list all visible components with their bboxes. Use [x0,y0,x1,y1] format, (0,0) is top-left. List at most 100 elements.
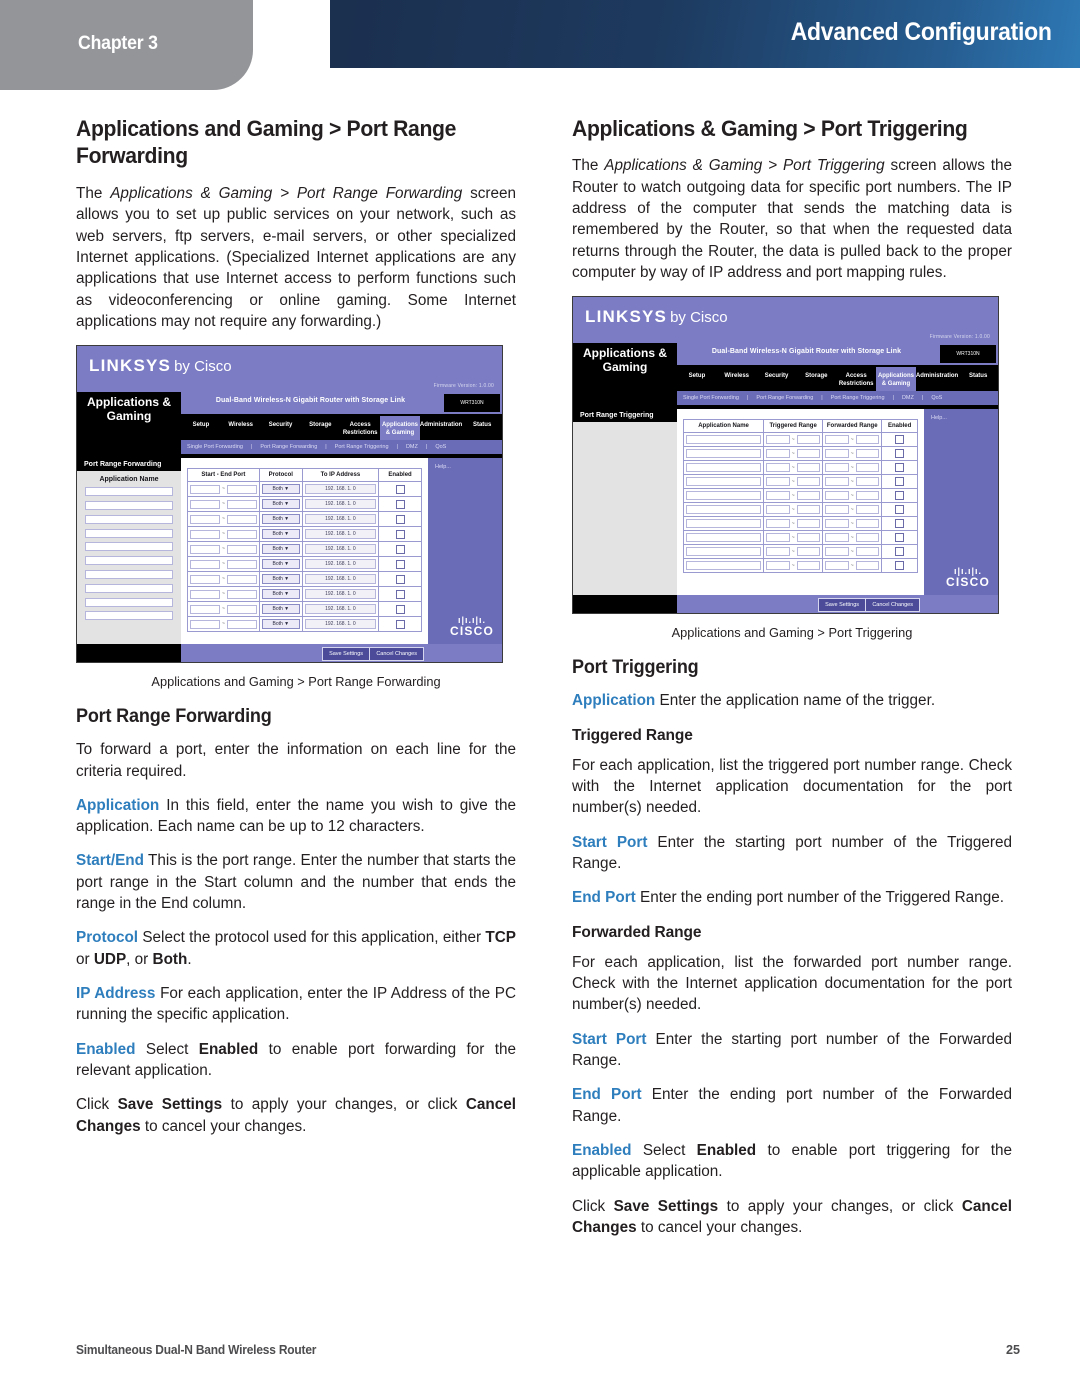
router-tab-status[interactable]: Status [958,367,998,391]
enabled-checkbox[interactable] [895,505,905,515]
end-port-input[interactable] [226,574,257,584]
cell-application-name[interactable] [682,558,765,574]
cell-enabled[interactable] [378,556,422,573]
router-subtab-dmz[interactable]: DMZ [406,444,418,450]
triggered-end-port-input[interactable] [796,547,821,557]
enabled-checkbox[interactable] [395,574,405,584]
to-ip-address-input[interactable]: 192. 168. 1. 0 [304,499,377,510]
enabled-checkbox[interactable] [395,589,405,599]
triggered-end-port-input[interactable] [796,533,821,543]
application-name-input[interactable] [85,583,173,593]
application-name-input[interactable] [85,569,173,579]
triggered-end-port-input[interactable] [796,435,821,445]
cell-enabled[interactable] [881,432,918,448]
router-tab-security[interactable]: Security [261,416,301,440]
router-subtab-bar[interactable]: Single Port Forwarding | Port Range Forw… [677,391,998,406]
end-port-input[interactable] [226,499,257,509]
cell-start-end-port[interactable]: ~ [187,496,260,513]
forwarded-start-port-input[interactable] [825,561,849,571]
cell-forwarded-range[interactable]: ~ [822,502,883,518]
end-port-input[interactable] [226,604,257,614]
to-ip-address-input[interactable]: 192. 168. 1. 0 [304,484,377,495]
cell-to-ip-address[interactable]: 192. 168. 1. 0 [301,526,380,543]
application-name-input[interactable] [686,491,762,501]
cell-start-end-port[interactable]: ~ [187,481,260,498]
protocol-select[interactable]: Both ▼ [261,484,300,495]
start-port-input[interactable] [190,499,220,509]
router-save-settings-button[interactable]: Save Settings [322,647,370,662]
cell-enabled[interactable] [881,488,918,504]
triggered-start-port-input[interactable] [766,491,790,501]
cell-application-name[interactable] [682,446,765,462]
application-name-input[interactable] [686,547,762,557]
triggered-end-port-input[interactable] [796,519,821,529]
cell-to-ip-address[interactable]: 192. 168. 1. 0 [301,496,380,513]
cell-triggered-range[interactable]: ~ [763,446,824,462]
router-subtab-port-range-triggering[interactable]: Port Range Triggering [335,444,389,450]
router-tab-wireless[interactable]: Wireless [717,367,757,391]
to-ip-address-input[interactable]: 192. 168. 1. 0 [304,514,377,525]
cell-protocol[interactable]: Both ▼ [258,526,303,543]
router-tab-applications-gaming[interactable]: Applications & Gaming [380,416,420,441]
cell-forwarded-range[interactable]: ~ [822,558,883,574]
cell-triggered-range[interactable]: ~ [763,474,824,490]
enabled-checkbox[interactable] [895,463,905,473]
enabled-checkbox[interactable] [395,619,405,629]
cell-protocol[interactable]: Both ▼ [258,541,303,558]
enabled-checkbox[interactable] [395,559,405,569]
enabled-checkbox[interactable] [395,514,405,524]
application-name-input[interactable] [85,597,173,607]
to-ip-address-input[interactable]: 192. 168. 1. 0 [304,574,377,585]
cell-protocol[interactable]: Both ▼ [258,601,303,618]
router-tab-setup[interactable]: Setup [181,416,221,440]
cell-forwarded-range[interactable]: ~ [822,516,883,532]
router-subtab-port-range-forwarding[interactable]: Port Range Forwarding [260,444,317,450]
to-ip-address-input[interactable]: 192. 168. 1. 0 [304,619,377,630]
triggered-start-port-input[interactable] [766,463,790,473]
end-port-input[interactable] [226,559,257,569]
enabled-checkbox[interactable] [895,519,905,529]
cell-enabled[interactable] [881,460,918,476]
cell-protocol[interactable]: Both ▼ [258,616,303,633]
router-tab-bar[interactable]: Setup Wireless Security Storage Access R… [181,416,502,441]
start-port-input[interactable] [190,544,220,554]
forwarded-end-port-input[interactable] [855,533,880,543]
cell-triggered-range[interactable]: ~ [763,516,824,532]
cell-application-name[interactable] [682,530,765,546]
cell-application-name[interactable] [682,474,765,490]
application-name-input[interactable] [686,533,762,543]
router-subtab-dmz[interactable]: DMZ [902,395,914,401]
cell-enabled[interactable] [881,474,918,490]
cell-to-ip-address[interactable]: 192. 168. 1. 0 [301,586,380,603]
forwarded-end-port-input[interactable] [855,449,880,459]
router-tab-access-restrictions[interactable]: Access Restrictions [340,416,380,440]
cell-forwarded-range[interactable]: ~ [822,446,883,462]
cell-protocol[interactable]: Both ▼ [258,556,303,573]
cell-enabled[interactable] [881,502,918,518]
triggered-start-port-input[interactable] [766,477,790,487]
cell-forwarded-range[interactable]: ~ [822,432,883,448]
forwarded-start-port-input[interactable] [825,519,849,529]
triggered-end-port-input[interactable] [796,561,821,571]
application-name-input[interactable] [85,556,173,566]
router-subtab-single-port-forwarding[interactable]: Single Port Forwarding [187,444,243,450]
router-tab-security[interactable]: Security [757,367,797,391]
application-name-input[interactable] [85,528,173,538]
cell-enabled[interactable] [881,516,918,532]
cell-enabled[interactable] [378,541,422,558]
triggered-end-port-input[interactable] [796,505,821,515]
start-port-input[interactable] [190,484,220,494]
enabled-checkbox[interactable] [395,604,405,614]
cell-to-ip-address[interactable]: 192. 168. 1. 0 [301,556,380,573]
forwarded-end-port-input[interactable] [855,505,880,515]
router-tab-status[interactable]: Status [462,416,502,440]
application-name-input[interactable] [85,487,173,497]
end-port-input[interactable] [226,514,257,524]
enabled-checkbox[interactable] [395,499,405,509]
enabled-checkbox[interactable] [895,547,905,557]
router-tab-wireless[interactable]: Wireless [221,416,261,440]
router-tab-setup[interactable]: Setup [677,367,717,391]
to-ip-address-input[interactable]: 192. 168. 1. 0 [304,529,377,540]
cell-protocol[interactable]: Both ▼ [258,496,303,513]
router-application-name-inputs[interactable] [77,487,181,621]
